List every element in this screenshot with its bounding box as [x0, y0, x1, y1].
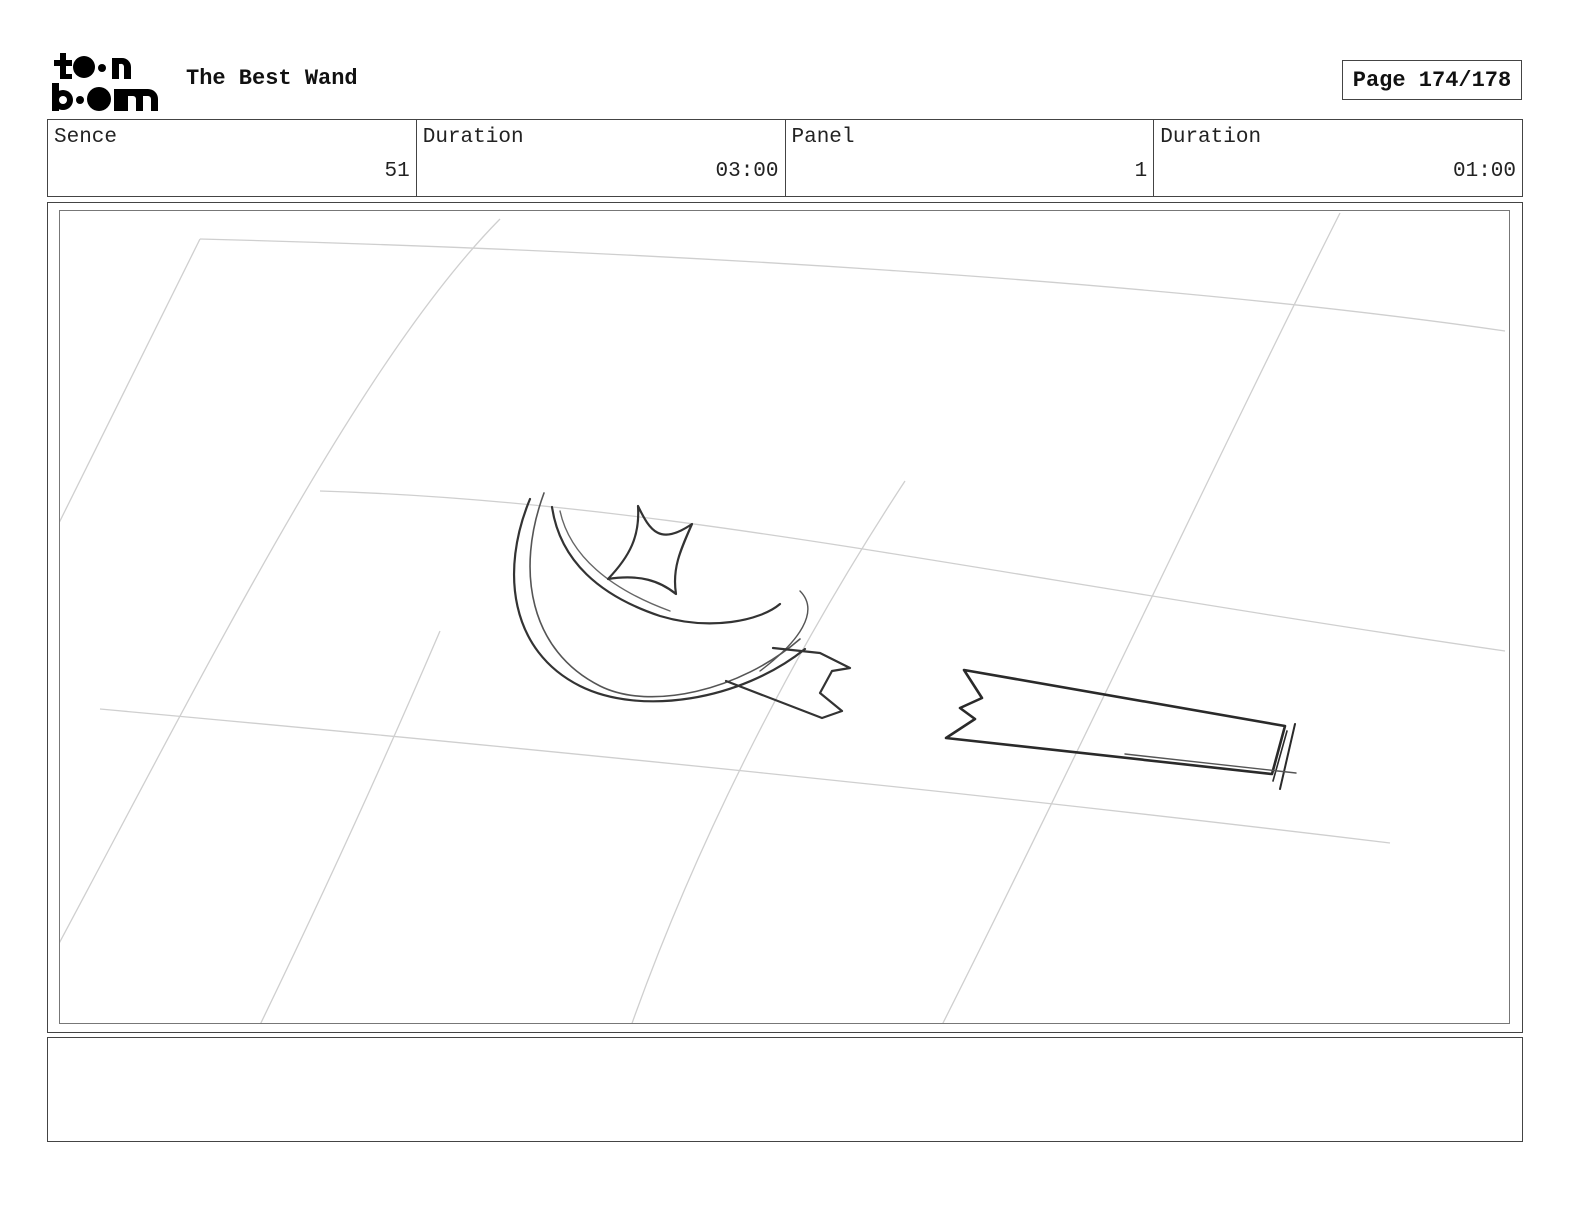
panel-duration-label: Duration [1160, 126, 1262, 149]
panel-value: 1 [1134, 160, 1148, 183]
storyboard-panel-frame [47, 202, 1523, 1033]
scene-duration-cell: Duration 03:00 [417, 120, 786, 196]
scene-duration-value: 03:00 [715, 160, 779, 183]
scene-duration-label: Duration [422, 126, 524, 149]
panel-notes-box [47, 1037, 1523, 1142]
scene-cell: Sence 51 [48, 120, 417, 196]
toon-boom-logo [50, 50, 166, 114]
panel-cell: Panel 1 [786, 120, 1155, 196]
storyboard-panel-image [59, 210, 1510, 1024]
panel-duration-value: 01:00 [1452, 160, 1516, 183]
panel-info-row: Sence 51 Duration 03:00 Panel 1 Duration… [47, 119, 1523, 197]
broken-wand-sketch [60, 212, 1506, 1023]
scene-label: Sence [54, 126, 118, 149]
panel-duration-cell: Duration 01:00 [1154, 120, 1522, 196]
panel-label: Panel [791, 126, 855, 149]
page-indicator: Page 174/178 [1342, 60, 1522, 100]
project-title: The Best Wand [186, 66, 358, 91]
scene-value: 51 [384, 160, 410, 183]
